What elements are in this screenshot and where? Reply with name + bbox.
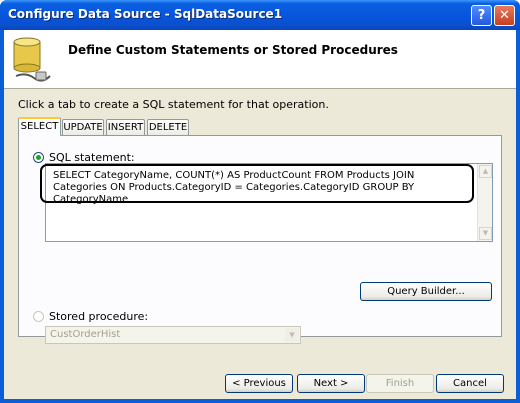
page-title: Define Custom Statements or Stored Proce… xyxy=(68,43,398,57)
stored-procedure-radio[interactable] xyxy=(33,311,44,322)
stored-procedure-label: Stored procedure: xyxy=(49,310,149,323)
previous-button[interactable]: < Previous xyxy=(225,374,293,393)
select-tab-panel: SQL statement: SELECT CategoryName, COUN… xyxy=(18,135,502,344)
tab-select[interactable]: SELECT xyxy=(18,117,61,136)
stored-procedure-select[interactable]: CustOrderHist ▼ xyxy=(45,326,301,344)
help-button[interactable]: ? xyxy=(471,5,492,26)
dialog-body: Define Custom Statements or Stored Proce… xyxy=(4,30,516,399)
cancel-button[interactable]: Cancel xyxy=(436,374,504,393)
tab-delete[interactable]: DELETE xyxy=(147,119,189,135)
chevron-down-icon[interactable]: ▼ xyxy=(285,328,299,342)
tab-update[interactable]: UPDATE xyxy=(62,119,104,135)
tab-insert[interactable]: INSERT xyxy=(106,119,145,135)
dialog-window: Configure Data Source - SqlDataSource1 ?… xyxy=(0,0,520,403)
finish-button[interactable]: Finish xyxy=(366,374,434,393)
sql-highlight-outline xyxy=(40,164,474,203)
next-button[interactable]: Next > xyxy=(297,374,365,393)
window-title: Configure Data Source - SqlDataSource1 xyxy=(8,7,283,21)
title-bar[interactable]: Configure Data Source - SqlDataSource1 ?… xyxy=(0,0,520,30)
close-button[interactable]: ✕ xyxy=(494,5,515,26)
query-builder-button[interactable]: Query Builder... xyxy=(360,282,492,301)
scroll-down-icon[interactable]: ▼ xyxy=(479,227,492,240)
database-plug-icon xyxy=(13,37,51,82)
wizard-header: Define Custom Statements or Stored Proce… xyxy=(4,30,516,89)
sql-scrollbar[interactable]: ▲ ▼ xyxy=(477,164,492,241)
instruction-text: Click a tab to create a SQL statement fo… xyxy=(18,98,329,111)
scroll-up-icon[interactable]: ▲ xyxy=(479,165,492,178)
stored-procedure-value: CustOrderHist xyxy=(50,329,121,340)
sql-statement-radio[interactable] xyxy=(33,152,44,163)
